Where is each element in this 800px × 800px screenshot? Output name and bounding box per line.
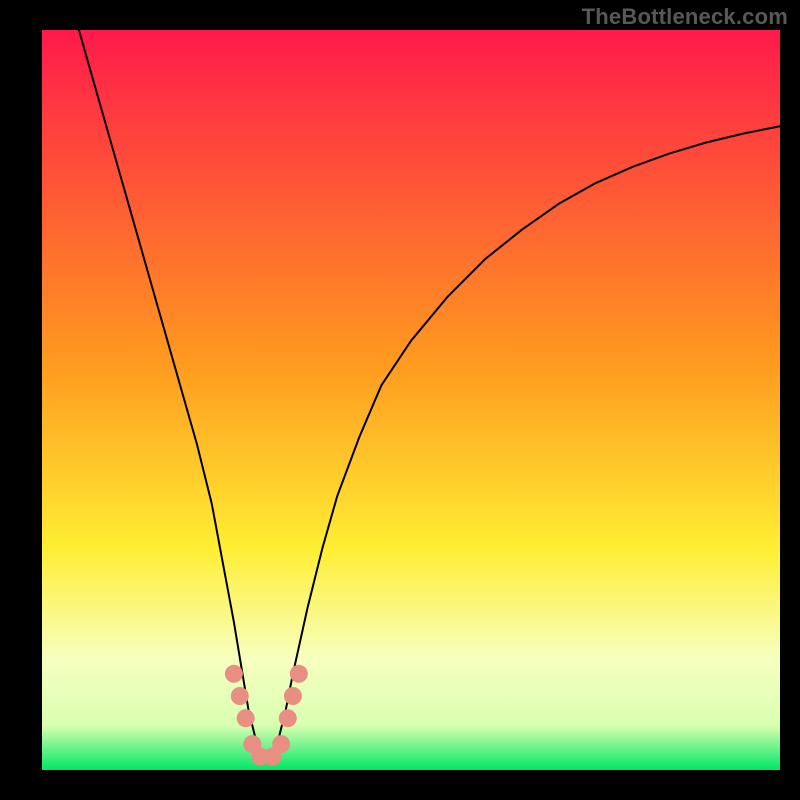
highlight-dot xyxy=(279,709,297,727)
chart-svg xyxy=(42,30,780,770)
chart-background xyxy=(42,30,780,770)
watermark-text: TheBottleneck.com xyxy=(582,4,788,30)
chart-frame: TheBottleneck.com xyxy=(0,0,800,800)
highlight-dot xyxy=(231,687,249,705)
highlight-dot xyxy=(237,709,255,727)
plot-area xyxy=(42,30,780,770)
highlight-dot xyxy=(272,735,290,753)
highlight-dot xyxy=(290,665,308,683)
highlight-dot xyxy=(225,665,243,683)
highlight-dot xyxy=(284,687,302,705)
